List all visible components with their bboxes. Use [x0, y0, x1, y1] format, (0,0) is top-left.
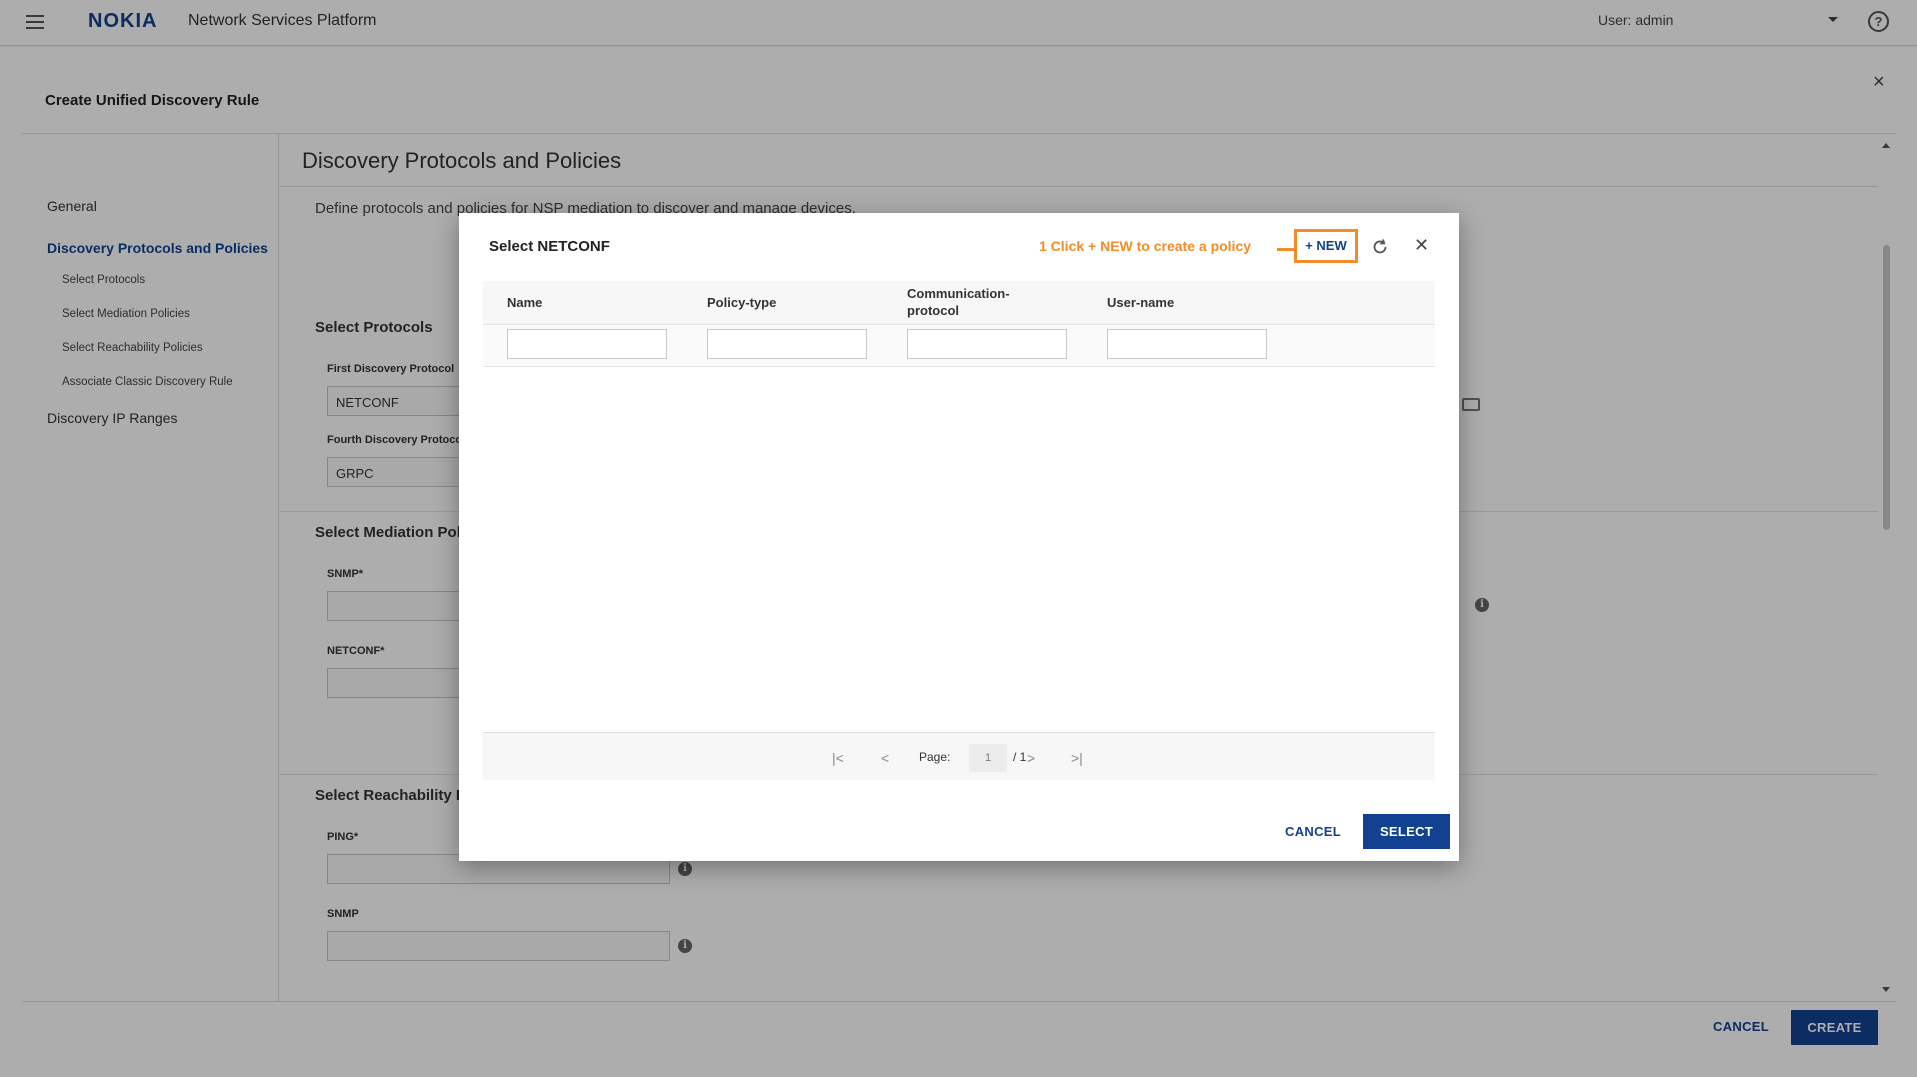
last-page-icon[interactable]: >|: [1071, 750, 1083, 766]
column-header-communication-protocol[interactable]: Communication- protocol: [907, 285, 1037, 319]
column-header-user-name[interactable]: User-name: [1107, 294, 1174, 311]
table-body: [483, 367, 1435, 732]
new-policy-button[interactable]: + NEW: [1294, 229, 1358, 263]
name-filter-input[interactable]: [507, 329, 667, 359]
first-page-icon[interactable]: |<: [832, 750, 844, 766]
callout-connector: [1277, 248, 1294, 251]
page-number-input[interactable]: 1: [969, 744, 1007, 772]
previous-page-icon[interactable]: <: [881, 750, 889, 766]
page-label: Page:: [919, 750, 951, 764]
select-netconf-modal: Select NETCONF 1 Click + NEW to create a…: [459, 213, 1459, 861]
table-header: Name Policy-type Communication- protocol…: [483, 281, 1435, 325]
pagination: |< < Page: 1 / 1 > >|: [483, 732, 1435, 780]
column-header-policy-type[interactable]: Policy-type: [707, 294, 776, 311]
user-name-filter-input[interactable]: [1107, 329, 1267, 359]
refresh-icon[interactable]: [1371, 238, 1389, 256]
modal-title: Select NETCONF: [489, 238, 610, 255]
next-page-icon[interactable]: >: [1027, 750, 1035, 766]
modal-cancel-button[interactable]: CANCEL: [1285, 824, 1341, 839]
column-header-name[interactable]: Name: [507, 294, 542, 311]
policy-type-filter-input[interactable]: [707, 329, 867, 359]
modal-select-button[interactable]: SELECT: [1363, 814, 1450, 849]
close-icon[interactable]: ✕: [1414, 235, 1429, 256]
annotation-callout: 1 Click + NEW to create a policy: [1039, 238, 1252, 254]
communication-protocol-filter-input[interactable]: [907, 329, 1067, 359]
page-total: / 1: [1013, 750, 1027, 764]
